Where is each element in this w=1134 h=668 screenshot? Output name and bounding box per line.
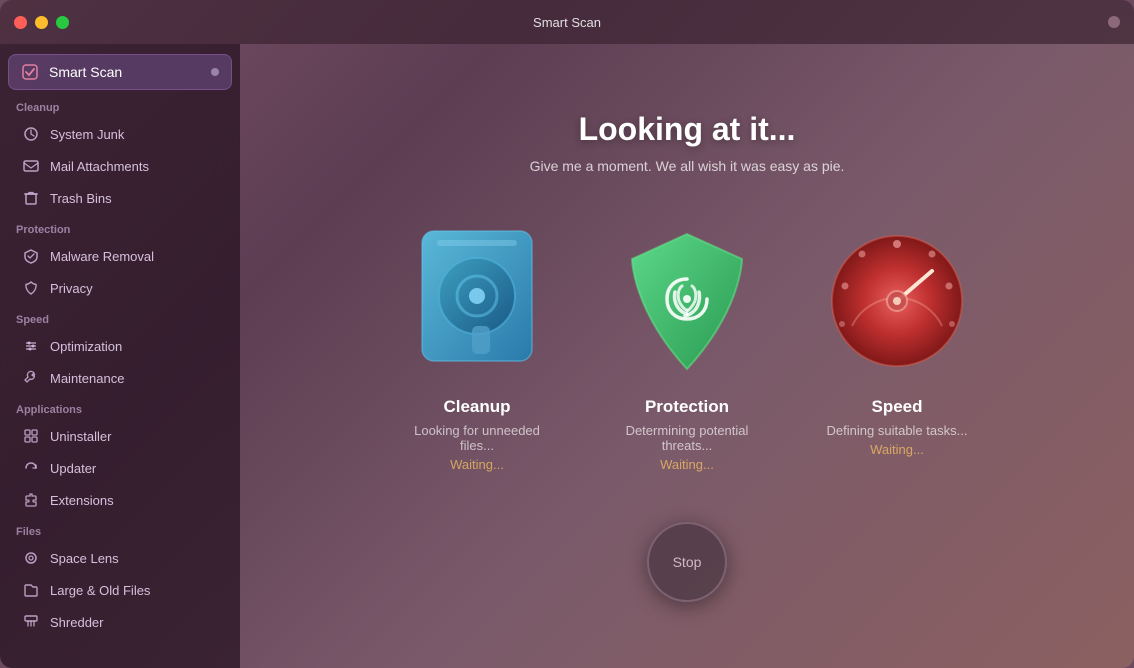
protection-name: Protection xyxy=(645,397,729,417)
extensions-icon xyxy=(22,491,40,509)
scan-subtitle: Give me a moment. We all wish it was eas… xyxy=(530,158,845,174)
stop-button-label: Stop xyxy=(673,554,702,570)
system-junk-icon xyxy=(22,125,40,143)
large-old-files-label: Large & Old Files xyxy=(50,583,150,598)
section-cleanup-label: Cleanup xyxy=(0,92,240,118)
section-protection-label: Protection xyxy=(0,214,240,240)
window-controls xyxy=(14,16,69,29)
updater-label: Updater xyxy=(50,461,96,476)
mail-icon xyxy=(22,157,40,175)
sidebar-item-uninstaller[interactable]: Uninstaller xyxy=(6,421,234,451)
sidebar-item-mail-attachments[interactable]: Mail Attachments xyxy=(6,151,234,181)
extensions-label: Extensions xyxy=(50,493,114,508)
cleanup-card-icon xyxy=(407,224,547,379)
section-applications-label: Applications xyxy=(0,394,240,420)
updater-icon xyxy=(22,459,40,477)
minimize-button[interactable] xyxy=(35,16,48,29)
sidebar: Smart Scan Cleanup System Junk xyxy=(0,44,240,668)
trash-bins-label: Trash Bins xyxy=(50,191,112,206)
sidebar-item-optimization[interactable]: Optimization xyxy=(6,331,234,361)
cleanup-status: Looking for unneeded files... xyxy=(397,423,557,453)
app-window: Smart Scan Smart Scan Cleanup xyxy=(0,0,1134,668)
malware-icon xyxy=(22,247,40,265)
protection-waiting: Waiting... xyxy=(660,457,714,472)
sidebar-item-smart-scan[interactable]: Smart Scan xyxy=(8,54,232,90)
protection-card-icon xyxy=(617,224,757,379)
speed-waiting: Waiting... xyxy=(870,442,924,457)
right-panel: Looking at it... Give me a moment. We al… xyxy=(240,44,1134,668)
speed-card: Speed Defining suitable tasks... Waiting… xyxy=(817,224,977,472)
optimization-label: Optimization xyxy=(50,339,122,354)
sidebar-item-shredder[interactable]: Shredder xyxy=(6,607,234,637)
sidebar-item-updater[interactable]: Updater xyxy=(6,453,234,483)
shredder-label: Shredder xyxy=(50,615,103,630)
malware-removal-label: Malware Removal xyxy=(50,249,154,264)
uninstaller-label: Uninstaller xyxy=(50,429,111,444)
close-button[interactable] xyxy=(14,16,27,29)
smart-scan-label: Smart Scan xyxy=(49,64,201,80)
scan-title: Looking at it... xyxy=(579,111,796,148)
sidebar-item-extensions[interactable]: Extensions xyxy=(6,485,234,515)
smart-scan-icon xyxy=(21,63,39,81)
space-lens-icon xyxy=(22,549,40,567)
trash-icon xyxy=(22,189,40,207)
stop-button[interactable]: Stop xyxy=(647,522,727,602)
shredder-icon xyxy=(22,613,40,631)
maintenance-label: Maintenance xyxy=(50,371,124,386)
section-files-label: Files xyxy=(0,516,240,542)
sidebar-item-large-old-files[interactable]: Large & Old Files xyxy=(6,575,234,605)
protection-card: Protection Determining potential threats… xyxy=(607,224,767,472)
cleanup-card: Cleanup Looking for unneeded files... Wa… xyxy=(397,224,557,472)
maintenance-icon xyxy=(22,369,40,387)
optimization-icon xyxy=(22,337,40,355)
large-old-files-icon xyxy=(22,581,40,599)
sidebar-item-trash-bins[interactable]: Trash Bins xyxy=(6,183,234,213)
mail-attachments-label: Mail Attachments xyxy=(50,159,149,174)
cleanup-name: Cleanup xyxy=(443,397,510,417)
sidebar-item-privacy[interactable]: Privacy xyxy=(6,273,234,303)
speed-card-icon xyxy=(827,224,967,379)
privacy-icon xyxy=(22,279,40,297)
sidebar-item-system-junk[interactable]: System Junk xyxy=(6,119,234,149)
speed-status: Defining suitable tasks... xyxy=(827,423,968,438)
main-content: Smart Scan Cleanup System Junk xyxy=(0,44,1134,668)
smart-scan-indicator xyxy=(211,68,219,76)
uninstaller-icon xyxy=(22,427,40,445)
titlebar: Smart Scan xyxy=(0,0,1134,44)
space-lens-label: Space Lens xyxy=(50,551,119,566)
privacy-label: Privacy xyxy=(50,281,93,296)
protection-status: Determining potential threats... xyxy=(607,423,767,453)
cleanup-waiting: Waiting... xyxy=(450,457,504,472)
scan-cards: Cleanup Looking for unneeded files... Wa… xyxy=(397,224,977,472)
titlebar-dot xyxy=(1108,16,1120,28)
section-speed-label: Speed xyxy=(0,304,240,330)
sidebar-item-maintenance[interactable]: Maintenance xyxy=(6,363,234,393)
system-junk-label: System Junk xyxy=(50,127,124,142)
window-title: Smart Scan xyxy=(533,15,601,30)
sidebar-item-space-lens[interactable]: Space Lens xyxy=(6,543,234,573)
sidebar-item-malware-removal[interactable]: Malware Removal xyxy=(6,241,234,271)
maximize-button[interactable] xyxy=(56,16,69,29)
speed-name: Speed xyxy=(871,397,922,417)
